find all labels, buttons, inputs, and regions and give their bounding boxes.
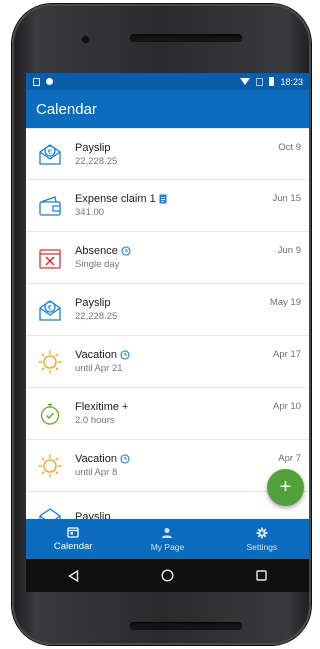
document-icon xyxy=(159,194,167,204)
list-item[interactable]: Absence Single day Jun 9 xyxy=(26,232,309,284)
person-icon xyxy=(161,527,173,539)
item-date: Apr 7 xyxy=(278,453,301,464)
payslip-icon: € xyxy=(37,141,63,167)
svg-text:€: € xyxy=(48,148,52,156)
item-title: Payslip xyxy=(75,141,111,154)
recents-button[interactable] xyxy=(242,559,282,592)
item-subtitle: until Apr 21 xyxy=(75,363,123,374)
android-icon xyxy=(46,78,53,85)
item-subtitle: until Apr 8 xyxy=(75,467,118,478)
absence-icon xyxy=(37,245,63,271)
notification-icon xyxy=(33,77,40,86)
item-date: May 19 xyxy=(269,297,301,308)
item-title: Vacation xyxy=(75,453,117,465)
clock-icon xyxy=(120,454,130,464)
item-title: Flexitime + xyxy=(75,401,129,413)
item-title: Expense claim 1 xyxy=(75,193,156,205)
item-date: Jun 15 xyxy=(272,193,301,204)
calendar-icon xyxy=(67,526,79,538)
bottom-speaker xyxy=(130,622,242,630)
status-time: 18:23 xyxy=(280,76,303,87)
payslip-icon: € xyxy=(37,297,63,323)
calendar-list[interactable]: € Payslip 22,228.25 Oct 9 Expense claim … xyxy=(26,128,309,536)
item-subtitle: 341.00 xyxy=(75,207,105,218)
item-subtitle: 22,228.25 xyxy=(75,155,118,167)
nav-label: Settings xyxy=(246,541,278,552)
nav-my-page[interactable]: My Page xyxy=(120,519,214,559)
item-date: Oct 9 xyxy=(278,142,301,153)
item-subtitle: 22,228.25 xyxy=(75,311,118,322)
wallet-icon xyxy=(37,193,63,219)
earpiece-speaker xyxy=(130,34,242,42)
list-item[interactable]: € Payslip 22,228.25 Oct 9 xyxy=(26,128,309,180)
clock-icon xyxy=(121,246,131,256)
gear-icon xyxy=(256,527,268,539)
battery-icon xyxy=(269,77,275,86)
sun-icon xyxy=(37,349,63,375)
item-date: Apr 17 xyxy=(273,349,301,360)
no-sim-icon xyxy=(256,77,264,86)
item-date: Apr 10 xyxy=(273,401,301,412)
item-subtitle: Single day xyxy=(75,259,120,270)
app-bar: Calendar xyxy=(26,90,309,128)
list-item[interactable]: Expense claim 1 341.00 Jun 15 xyxy=(26,180,309,232)
wifi-icon xyxy=(240,78,251,85)
nav-calendar[interactable]: Calendar xyxy=(26,519,120,559)
status-bar: 18:23 xyxy=(26,73,309,90)
sun-icon xyxy=(37,453,63,479)
recents-square-icon xyxy=(256,570,268,581)
system-navigation-bar xyxy=(26,559,309,592)
home-button[interactable] xyxy=(147,559,187,592)
nav-settings[interactable]: Settings xyxy=(215,519,309,559)
back-button[interactable] xyxy=(53,559,93,592)
item-date: Jun 9 xyxy=(277,245,301,256)
page-title: Calendar xyxy=(36,100,97,118)
home-circle-icon xyxy=(161,569,174,582)
add-entry-button[interactable]: + xyxy=(267,469,304,506)
bottom-navigation: Calendar My Page Settings xyxy=(26,519,309,559)
item-title: Absence xyxy=(75,245,118,257)
back-triangle-icon xyxy=(67,569,78,582)
phone-screen: 18:23 Calendar € Payslip 22,228.25 Oct 9 xyxy=(26,73,309,592)
item-subtitle: 2.0 hours xyxy=(75,415,115,426)
front-camera xyxy=(82,36,89,43)
item-title: Vacation xyxy=(75,349,117,361)
svg-text:€: € xyxy=(48,304,52,312)
list-item[interactable]: € Payslip 22,228.25 May 19 xyxy=(26,284,309,336)
item-title: Payslip xyxy=(75,297,111,309)
plus-icon: + xyxy=(279,476,292,498)
clock-icon xyxy=(120,350,130,360)
list-item[interactable]: Flexitime + 2.0 hours Apr 10 xyxy=(26,388,309,440)
list-item[interactable]: Vacation until Apr 21 Apr 17 xyxy=(26,336,309,388)
nav-label: My Page xyxy=(150,541,185,552)
nav-label: Calendar xyxy=(53,541,93,552)
stopwatch-icon xyxy=(37,401,63,427)
